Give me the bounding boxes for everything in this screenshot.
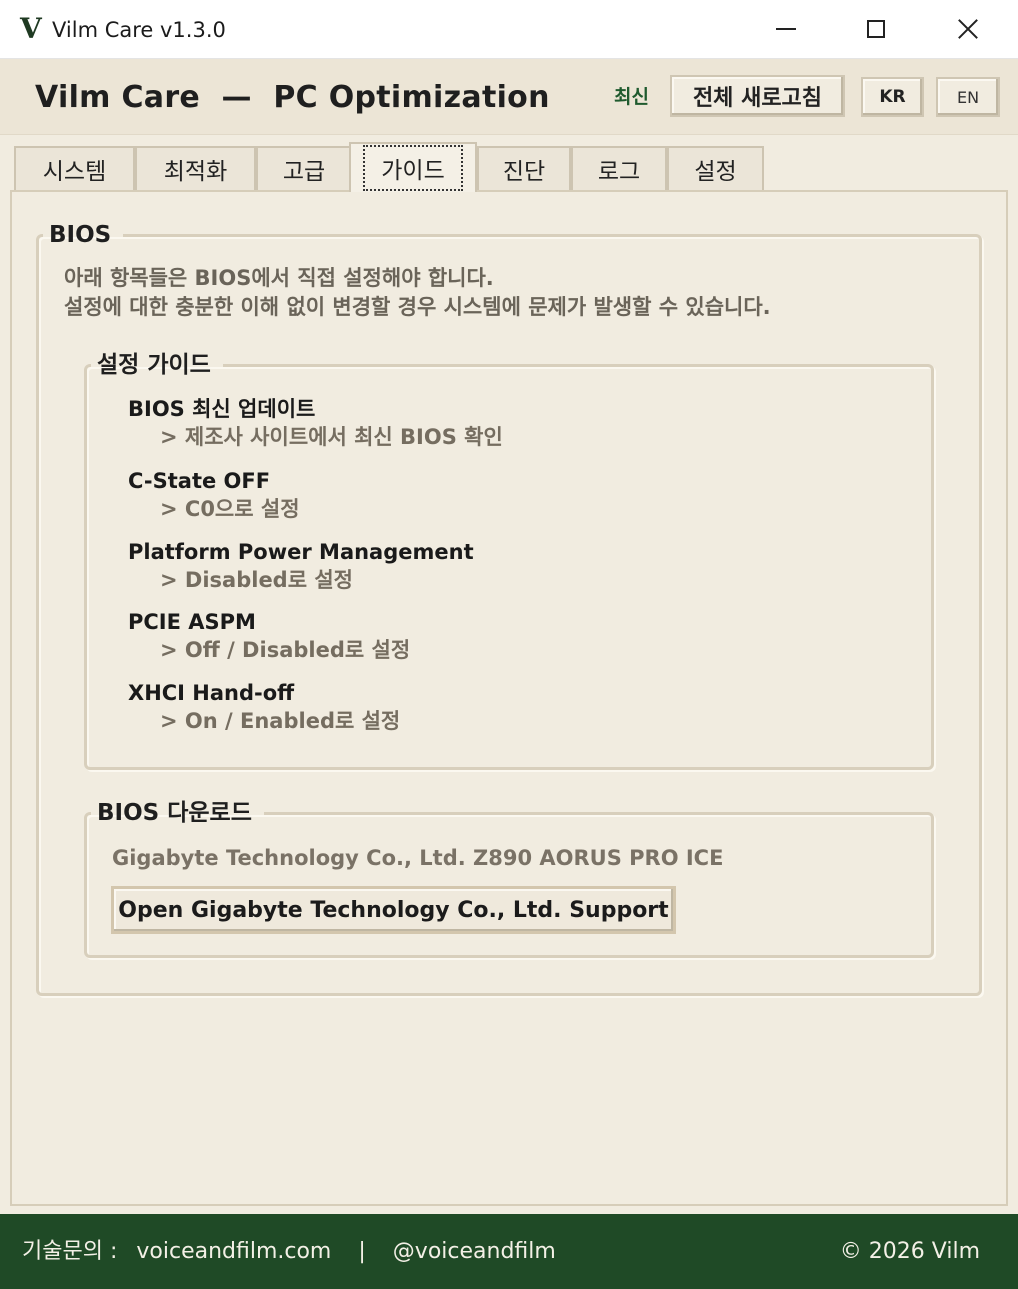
guide-item-title: XHCI Hand-off bbox=[128, 681, 295, 705]
close-button[interactable] bbox=[922, 0, 1014, 58]
bios-download-title: BIOS 다운로드 bbox=[97, 800, 252, 826]
status-label: 최신 bbox=[614, 86, 649, 108]
bios-download-group: BIOS 다운로드 bbox=[84, 798, 934, 958]
copyright: © 2026 Vilm bbox=[839, 1239, 980, 1264]
footer-contact: 기술문의 : voiceandfilm.com | @voiceandfilm bbox=[22, 1237, 556, 1267]
bios-intro: 아래 항목들은 BIOS에서 직접 설정해야 합니다. 설정에 대한 충분한 이… bbox=[64, 264, 771, 322]
tab-optimization[interactable]: 최적화 bbox=[135, 146, 256, 190]
guide-item-c-state: C-State OFF > C0으로 설정 bbox=[128, 467, 300, 524]
tab-log[interactable]: 로그 bbox=[571, 146, 667, 190]
guide-item-detail: > C0으로 설정 bbox=[160, 497, 300, 521]
tab-label: 고급 bbox=[282, 159, 326, 185]
tab-label: 가이드 bbox=[363, 145, 463, 191]
tab-label: 로그 bbox=[597, 159, 641, 185]
tab-advanced[interactable]: 고급 bbox=[256, 146, 352, 190]
website-link[interactable]: voiceandfilm.com bbox=[136, 1239, 331, 1264]
guide-item-detail: > Disabled로 설정 bbox=[160, 568, 353, 592]
window-titlebar[interactable]: V Vilm Care v1.3.0 bbox=[0, 0, 1018, 59]
guide-item-title: C-State OFF bbox=[128, 469, 271, 493]
guide-item-title: PCIE ASPM bbox=[128, 610, 256, 634]
maximize-icon bbox=[867, 20, 885, 38]
maximize-button[interactable] bbox=[830, 0, 922, 58]
bios-intro-line: 아래 항목들은 BIOS에서 직접 설정해야 합니다. bbox=[64, 266, 494, 290]
language-kr-button[interactable]: KR bbox=[861, 77, 924, 117]
guide-item-detail: > 제조사 사이트에서 최신 BIOS 확인 bbox=[160, 425, 503, 449]
bios-group-title: BIOS bbox=[49, 222, 112, 248]
tab-label: 진단 bbox=[502, 159, 546, 185]
language-en-button[interactable]: EN bbox=[936, 77, 1000, 117]
app-header: Vilm Care — PC Optimization 최신 전체 새로고침 K… bbox=[0, 59, 1018, 135]
app-logo-icon: V bbox=[20, 12, 42, 45]
close-icon bbox=[957, 18, 979, 40]
guide-item-title: BIOS 최신 업데이트 bbox=[128, 397, 316, 421]
guide-item-bios-update: BIOS 최신 업데이트 > 제조사 사이트에서 최신 BIOS 확인 bbox=[128, 395, 503, 452]
guide-item-detail: > Off / Disabled로 설정 bbox=[160, 638, 411, 662]
refresh-all-button[interactable]: 전체 새로고침 bbox=[670, 75, 845, 117]
minimize-button[interactable] bbox=[740, 0, 832, 58]
tab-diagnostics[interactable]: 진단 bbox=[477, 146, 571, 190]
guide-item-detail: > On / Enabled로 설정 bbox=[160, 709, 401, 733]
support-label: 기술문의 : bbox=[22, 1239, 118, 1264]
tab-label: 설정 bbox=[694, 159, 737, 185]
tab-system[interactable]: 시스템 bbox=[14, 146, 135, 190]
footer-separator: | bbox=[358, 1239, 366, 1264]
footer: 기술문의 : voiceandfilm.com | @voiceandfilm … bbox=[0, 1214, 1018, 1289]
motherboard-model: Gigabyte Technology Co., Ltd. Z890 AORUS… bbox=[112, 846, 724, 870]
guide-item-title: Platform Power Management bbox=[128, 540, 474, 564]
guide-item-platform-power: Platform Power Management > Disabled로 설정 bbox=[128, 538, 474, 595]
tab-label: 최적화 bbox=[163, 159, 228, 185]
minimize-icon bbox=[776, 28, 796, 30]
tab-guide[interactable]: 가이드 bbox=[349, 142, 477, 192]
tab-label: 시스템 bbox=[42, 159, 107, 185]
settings-guide-title: 설정 가이드 bbox=[97, 352, 211, 378]
app-title: Vilm Care — PC Optimization bbox=[35, 80, 550, 115]
open-support-button[interactable]: Open Gigabyte Technology Co., Ltd. Suppo… bbox=[111, 886, 676, 934]
window-title: Vilm Care v1.3.0 bbox=[52, 18, 226, 42]
guide-item-xhci-handoff: XHCI Hand-off > On / Enabled로 설정 bbox=[128, 679, 400, 736]
social-handle-link[interactable]: @voiceandfilm bbox=[393, 1239, 556, 1264]
guide-item-pcie-aspm: PCIE ASPM > Off / Disabled로 설정 bbox=[128, 608, 410, 665]
bios-intro-warning: 설정에 대한 충분한 이해 없이 변경할 경우 시스템에 문제가 발생할 수 있… bbox=[64, 295, 771, 319]
tab-settings[interactable]: 설정 bbox=[667, 146, 764, 190]
